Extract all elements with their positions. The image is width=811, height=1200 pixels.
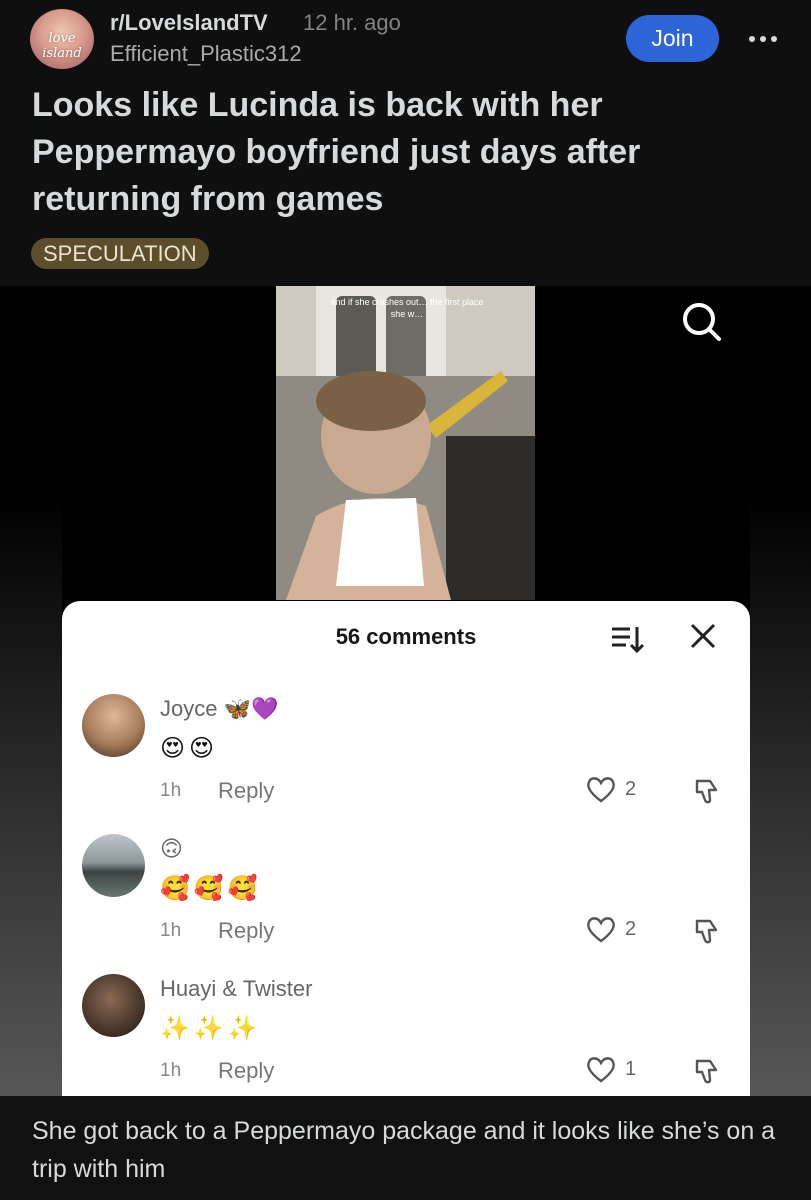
commenter-avatar[interactable] — [82, 974, 145, 1037]
more-icon-dot — [771, 36, 777, 42]
commenter-avatar[interactable] — [82, 694, 145, 757]
like-button[interactable]: 2 — [585, 774, 645, 808]
like-count: 2 — [625, 778, 637, 800]
dislike-icon — [695, 779, 718, 804]
video-scene — [276, 286, 535, 600]
video-caption: and if she crashes out… the first place … — [330, 297, 484, 319]
dislike-button[interactable] — [692, 776, 722, 806]
reply-button[interactable]: Reply — [218, 918, 274, 944]
more-options-button[interactable] — [740, 18, 786, 58]
comment-time: 1h — [160, 1060, 182, 1081]
comment: 🙃 🥰🥰🥰 1h Reply 2 — [62, 816, 750, 946]
post-body: She got back to a Peppermayo package and… — [0, 1096, 811, 1200]
join-button[interactable]: Join — [626, 15, 719, 62]
search-button[interactable] — [680, 300, 724, 344]
like-count: 2 — [625, 918, 637, 940]
post-body-text: She got back to a Peppermayo package and… — [32, 1117, 776, 1183]
reply-button[interactable]: Reply — [218, 778, 274, 804]
post-time: 12 hr. ago — [303, 10, 401, 35]
comment: Joyce 🦋💜 😍😍 1h Reply 2 — [62, 676, 750, 806]
comment-time: 1h — [160, 920, 182, 941]
post-media[interactable]: and if she crashes out… the first place … — [0, 286, 811, 1096]
like-button[interactable]: 2 — [585, 914, 645, 948]
video-frame[interactable]: and if she crashes out… the first place … — [276, 286, 535, 600]
heart-icon — [587, 917, 615, 943]
commenter-name[interactable]: Huayi & Twister — [160, 976, 312, 1002]
dislike-button[interactable] — [692, 916, 722, 946]
heart-icon — [587, 1057, 615, 1083]
more-icon-dot — [760, 36, 766, 42]
dislike-icon — [695, 1059, 718, 1084]
commenter-name[interactable]: 🙃 — [160, 836, 183, 862]
dislike-button[interactable] — [692, 1056, 722, 1086]
comments-sheet: 56 comments Joyce 🦋💜 😍😍 1h Reply 2 🙃 🥰🥰🥰… — [62, 601, 750, 1096]
commenter-name-text: Huayi & Twister — [160, 976, 313, 1001]
commenter-name[interactable]: Joyce 🦋💜 — [160, 696, 278, 722]
dislike-icon — [695, 919, 718, 944]
like-count: 1 — [625, 1058, 637, 1080]
sort-icon — [612, 627, 645, 654]
commenter-avatar[interactable] — [82, 834, 145, 897]
subreddit-name[interactable]: r/LoveIslandTV — [110, 10, 268, 36]
close-icon — [690, 623, 716, 649]
comment-text: 🥰🥰🥰 — [160, 875, 262, 902]
comment-text: 😍😍 — [160, 735, 219, 762]
reply-button[interactable]: Reply — [218, 1058, 274, 1084]
subreddit-logo: love island — [42, 31, 82, 61]
post-title[interactable]: Looks like Lucinda is back with her Pepp… — [32, 82, 792, 223]
heart-icon — [587, 777, 615, 803]
commenter-name-emoji: 🙃 — [160, 836, 183, 861]
post-header: love island r/LoveIslandTV 12 hr. ago Ef… — [0, 0, 811, 286]
post-author[interactable]: Efficient_Plastic312 — [110, 41, 302, 67]
comment: Huayi & Twister ✨✨✨ 1h Reply 1 — [62, 956, 750, 1086]
commenter-name-text: Joyce — [160, 696, 218, 721]
comments-count: 56 comments — [335, 624, 477, 649]
commenter-name-emoji: 🦋💜 — [223, 696, 279, 721]
like-button[interactable]: 1 — [585, 1054, 645, 1088]
subreddit-avatar[interactable]: love island — [30, 9, 94, 69]
comment-time: 1h — [160, 780, 182, 801]
sort-button[interactable] — [610, 621, 646, 657]
comment-text: ✨✨✨ — [160, 1015, 262, 1042]
close-button[interactable] — [688, 621, 718, 651]
more-icon — [749, 36, 755, 42]
search-icon — [683, 303, 721, 341]
post-flair[interactable]: SPECULATION — [31, 238, 209, 269]
